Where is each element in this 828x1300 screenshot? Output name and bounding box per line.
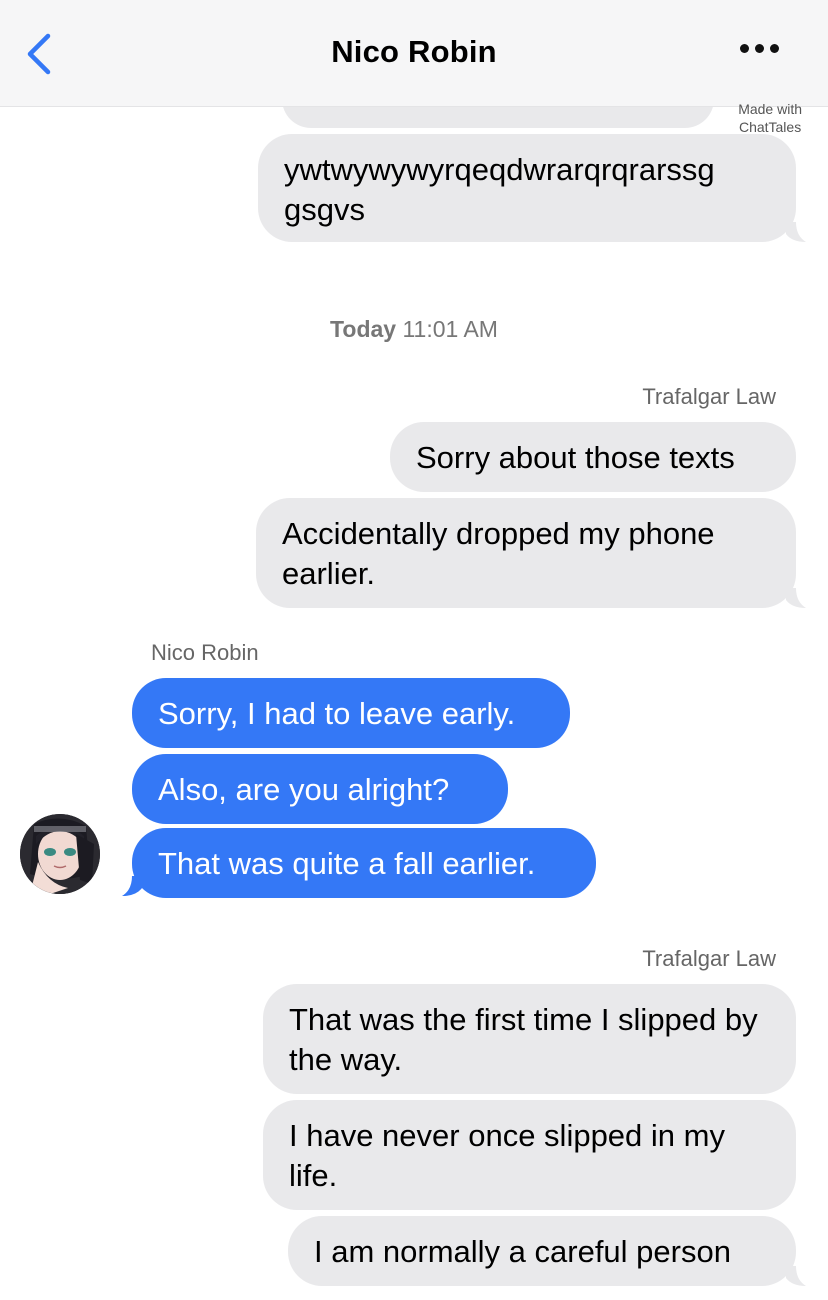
bubble-tail: [786, 222, 806, 242]
ellipsis-dot: [755, 44, 764, 53]
message-bubble-incoming[interactable]: That was quite a fall earlier.: [132, 828, 596, 898]
message-bubble-incoming[interactable]: Sorry, I had to leave early.: [132, 678, 570, 748]
watermark: Made with ChatTales: [738, 100, 802, 136]
bubble-tail: [122, 876, 142, 896]
message-text: I am normally a careful person: [314, 1234, 731, 1269]
message-text: Sorry about those texts: [416, 440, 735, 475]
message-text: ywtwywywyrqeqdwrarqrqrarssg gsgvs: [284, 152, 715, 227]
sender-name: Trafalgar Law: [642, 384, 776, 409]
more-options-button[interactable]: [740, 40, 790, 60]
watermark-line2: ChatTales: [738, 119, 802, 135]
avatar-portrait-icon: [20, 814, 100, 894]
bubble-tail: [786, 588, 806, 608]
message-text: Accidentally dropped my phone earlier.: [282, 516, 715, 591]
message-bubble-outgoing[interactable]: ywtwywywyrqeqdwrarqrqrarssg gsgvs: [258, 134, 796, 242]
message-bubble-outgoing[interactable]: Sorry about those texts: [390, 422, 796, 492]
message-bubble-outgoing[interactable]: I have never once slipped in my life.: [263, 1100, 796, 1210]
timestamp-day: Today: [330, 316, 397, 342]
chat-header: Nico Robin: [0, 0, 828, 107]
bubble-tail: [786, 1266, 806, 1286]
message-bubble-outgoing[interactable]: That was the first time I slipped by the…: [263, 984, 796, 1094]
message-bubble-outgoing[interactable]: Accidentally dropped my phone earlier.: [256, 498, 796, 608]
ellipsis-dot: [770, 44, 779, 53]
sender-name: Nico Robin: [151, 640, 259, 665]
watermark-line1: Made with: [738, 101, 802, 117]
sender-name: Trafalgar Law: [642, 946, 776, 971]
ellipsis-icon: [740, 44, 749, 53]
message-text: That was quite a fall earlier.: [158, 846, 536, 881]
message-text: That was the first time I slipped by the…: [289, 1002, 758, 1077]
conversation-title: Nico Robin: [331, 34, 497, 69]
message-text: Also, are you alright?: [158, 772, 450, 807]
message-text: Sorry, I had to leave early.: [158, 696, 516, 731]
timestamp: Today 11:01 AM: [0, 316, 828, 343]
timestamp-time: 11:01 AM: [402, 316, 498, 342]
message-text: I have never once slipped in my life.: [289, 1118, 725, 1193]
message-bubble-outgoing[interactable]: I am normally a careful person: [288, 1216, 796, 1286]
message-bubble-incoming[interactable]: Also, are you alright?: [132, 754, 508, 824]
avatar[interactable]: [20, 814, 100, 894]
